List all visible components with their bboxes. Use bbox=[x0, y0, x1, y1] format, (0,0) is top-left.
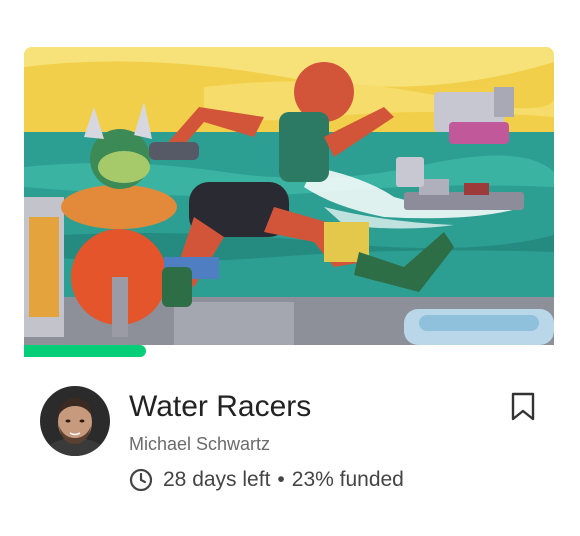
creator-avatar[interactable] bbox=[40, 386, 110, 456]
clock-icon bbox=[129, 468, 153, 492]
funding-progress-fill bbox=[24, 345, 146, 357]
project-card: Water Racers Michael Schwartz 28 days le… bbox=[0, 0, 580, 536]
funding-progress-bar bbox=[24, 345, 554, 357]
project-title[interactable]: Water Racers bbox=[129, 389, 311, 425]
funded-percent-text: 23% funded bbox=[291, 468, 404, 491]
creator-name[interactable]: Michael Schwartz bbox=[129, 433, 270, 455]
days-left-text: 28 days left bbox=[163, 468, 271, 491]
separator-dot: • bbox=[277, 468, 285, 491]
project-cover-image[interactable] bbox=[24, 47, 554, 345]
bookmark-icon[interactable] bbox=[510, 392, 536, 422]
project-stats: 28 days left • 23% funded bbox=[129, 466, 404, 494]
